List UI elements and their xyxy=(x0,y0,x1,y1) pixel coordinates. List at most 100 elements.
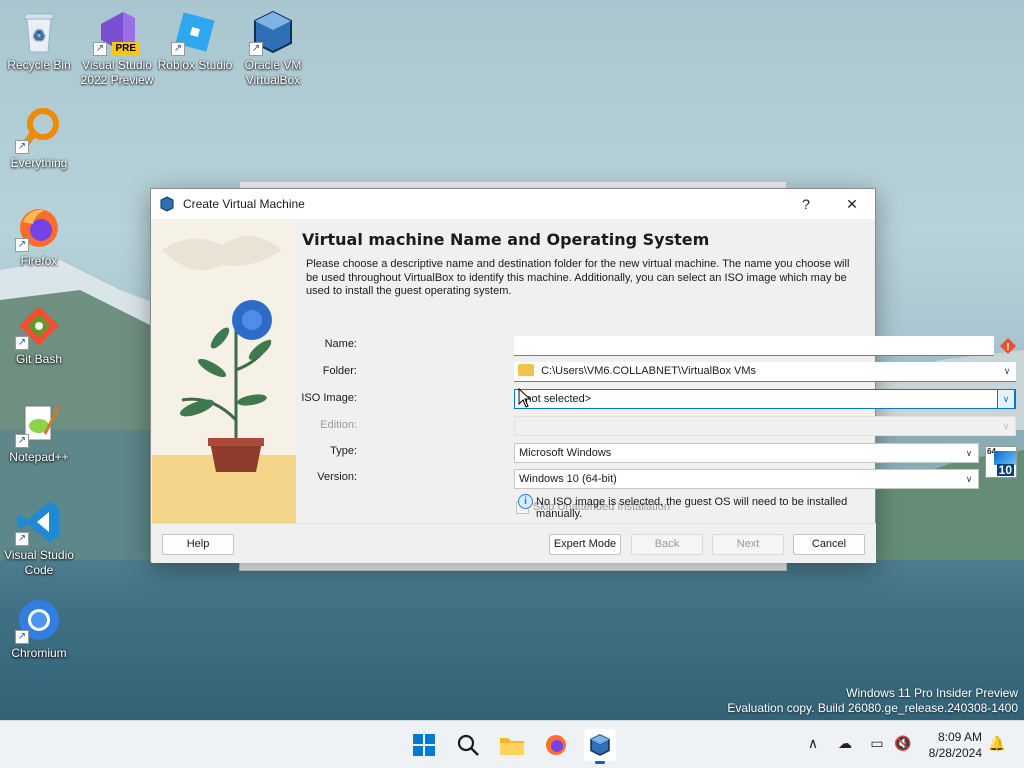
info-message: No ISO image is selected, the guest OS w… xyxy=(536,496,848,520)
chevron-up-icon[interactable]: ∧ xyxy=(803,735,823,755)
start-button[interactable] xyxy=(408,729,440,761)
folder-icon xyxy=(500,738,524,755)
desktop-icon-vscode[interactable]: ↗ Visual Studio Code xyxy=(0,498,78,578)
windows-logo-icon xyxy=(413,734,435,756)
vscode-icon: ↗ xyxy=(15,498,63,546)
wizard-content: Virtual machine Name and Operating Syste… xyxy=(301,220,1017,523)
create-vm-dialog: Create Virtual Machine ? ✕ Virtual machi… xyxy=(150,188,1017,563)
shortcut-arrow-icon: ↗ xyxy=(171,42,185,56)
folder-label: Folder: xyxy=(322,365,357,377)
help-title-button[interactable]: ? xyxy=(783,189,829,219)
roblox-studio-icon: ↗ xyxy=(171,8,219,56)
version-value: Windows 10 (64-bit) xyxy=(519,473,617,485)
dialog-title: Create Virtual Machine xyxy=(183,197,305,211)
everything-search-icon: ↗ xyxy=(15,106,63,154)
shortcut-arrow-icon: ↗ xyxy=(15,140,29,154)
desktop-icon-label: Oracle VM VirtualBox xyxy=(244,58,302,87)
shortcut-arrow-icon: ↗ xyxy=(15,434,29,448)
taskbar-virtualbox[interactable] xyxy=(584,729,616,764)
edition-label: Edition: xyxy=(320,419,357,431)
next-button[interactable]: Next xyxy=(712,534,784,555)
watermark-build: Evaluation copy. Build 26080.ge_release.… xyxy=(727,701,1018,715)
chevron-down-icon: ∨ xyxy=(1003,366,1011,376)
chevron-down-icon: ∨ xyxy=(1002,421,1010,431)
type-select[interactable]: Microsoft Windows ∨ xyxy=(514,443,979,463)
svg-text:!: ! xyxy=(1006,342,1009,353)
desktop-icon-label: Chromium xyxy=(11,646,67,660)
virtualbox-icon xyxy=(159,196,175,212)
mouse-cursor-icon xyxy=(518,387,532,411)
taskbar-file-explorer[interactable] xyxy=(496,729,528,761)
desktop-icon-firefox[interactable]: ↗ Firefox xyxy=(0,204,78,269)
desktop-icon-label: Notepad++ xyxy=(9,450,69,464)
expert-mode-button[interactable]: Expert Mode xyxy=(549,534,621,555)
type-value: Microsoft Windows xyxy=(519,447,612,459)
help-button[interactable]: Help xyxy=(162,534,234,555)
os-badge-version: 10 xyxy=(996,463,1014,477)
back-button[interactable]: Back xyxy=(631,534,703,555)
search-icon xyxy=(457,734,479,756)
desktop-icon-notepad-plus-plus[interactable]: ↗ Notepad++ xyxy=(0,400,78,465)
desktop-icon-label: Visual Studio 2022 Preview xyxy=(80,58,154,87)
desktop-icon-everything[interactable]: ↗ Everything xyxy=(0,106,78,171)
watermark-edition: Windows 11 Pro Insider Preview xyxy=(846,686,1018,700)
chevron-down-icon: ∨ xyxy=(965,448,973,458)
page-title: Virtual machine Name and Operating Syste… xyxy=(302,230,710,249)
clock-date: 8/28/2024 xyxy=(928,746,982,760)
name-label: Name: xyxy=(324,338,357,350)
folder-value: C:\Users\VM6.COLLABNET\VirtualBox VMs xyxy=(541,365,757,377)
firefox-icon: ↗ xyxy=(15,204,63,252)
chevron-down-icon[interactable]: ∨ xyxy=(997,390,1015,408)
iso-label: ISO Image: xyxy=(301,392,357,404)
desktop-icon-git-bash[interactable]: ↗ Git Bash xyxy=(0,302,78,367)
shortcut-arrow-icon: ↗ xyxy=(15,532,29,546)
cancel-button[interactable]: Cancel xyxy=(793,534,865,555)
desktop-icon-label: Roblox Studio xyxy=(157,58,233,72)
desktop-icon-virtualbox[interactable]: ↗ Oracle VM VirtualBox xyxy=(234,8,312,88)
virtualbox-icon: ↗ xyxy=(249,8,297,56)
type-label: Type: xyxy=(330,445,357,457)
os-badge-icon: 64 10 xyxy=(985,446,1017,478)
page-description: Please choose a descriptive name and des… xyxy=(306,258,850,297)
shortcut-arrow-icon: ↗ xyxy=(249,42,263,56)
version-select[interactable]: Windows 10 (64-bit) ∨ xyxy=(514,469,979,489)
desktop-icon-roblox-studio[interactable]: ↗ Roblox Studio xyxy=(156,8,234,73)
shortcut-arrow-icon: ↗ xyxy=(93,42,107,56)
name-input[interactable] xyxy=(514,336,994,356)
desktop-icon-label: Visual Studio Code xyxy=(4,548,74,577)
shortcut-arrow-icon: ↗ xyxy=(15,336,29,350)
wizard-illustration xyxy=(152,220,296,523)
folder-select[interactable]: C:\Users\VM6.COLLABNET\VirtualBox VMs ∨ xyxy=(514,362,1016,382)
version-label: Version: xyxy=(317,471,357,483)
notepad-plus-plus-icon: ↗ xyxy=(15,400,63,448)
desktop-icon-label: Firefox xyxy=(20,254,58,268)
dialog-footer: Help Expert Mode Back Next Cancel xyxy=(152,523,876,563)
network-icon[interactable]: ▭ xyxy=(867,735,887,755)
taskbar: ∧ ☁ ▭ 🔇 8:09 AM 8/28/2024 🔔 xyxy=(0,720,1024,768)
taskbar-clock[interactable]: 8:09 AM 8/28/2024 xyxy=(929,729,982,761)
virtualbox-icon xyxy=(590,734,610,756)
desktop-icon-visual-studio-preview[interactable]: PRE ↗ Visual Studio 2022 Preview xyxy=(78,8,156,88)
search-button[interactable] xyxy=(452,729,484,761)
folder-icon xyxy=(518,364,534,376)
chevron-down-icon: ∨ xyxy=(965,474,973,484)
desktop-icon-label: Recycle Bin xyxy=(7,58,71,72)
desktop-icon-chromium[interactable]: ↗ Chromium xyxy=(0,596,78,661)
warning-icon: ! xyxy=(1000,338,1016,357)
clock-time: 8:09 AM xyxy=(937,730,982,744)
desktop-icon-recycle-bin[interactable]: ♻ Recycle Bin xyxy=(0,8,78,73)
info-icon: i xyxy=(518,494,533,509)
svg-text:♻: ♻ xyxy=(33,27,46,43)
volume-muted-icon[interactable]: 🔇 xyxy=(893,735,913,755)
git-bash-icon: ↗ xyxy=(15,302,63,350)
notification-bell-icon[interactable]: 🔔 xyxy=(987,735,1007,755)
firefox-icon xyxy=(546,735,566,755)
chromium-icon: ↗ xyxy=(15,596,63,644)
dialog-titlebar: Create Virtual Machine ? ✕ xyxy=(151,189,875,219)
taskbar-firefox[interactable] xyxy=(540,729,572,761)
onedrive-offline-icon[interactable]: ☁ xyxy=(835,735,855,755)
iso-select[interactable]: <not selected> ∨ xyxy=(514,389,1016,409)
recycle-bin-icon: ♻ xyxy=(15,8,63,56)
close-button[interactable]: ✕ xyxy=(829,189,875,219)
edition-select: ∨ xyxy=(514,416,1016,436)
